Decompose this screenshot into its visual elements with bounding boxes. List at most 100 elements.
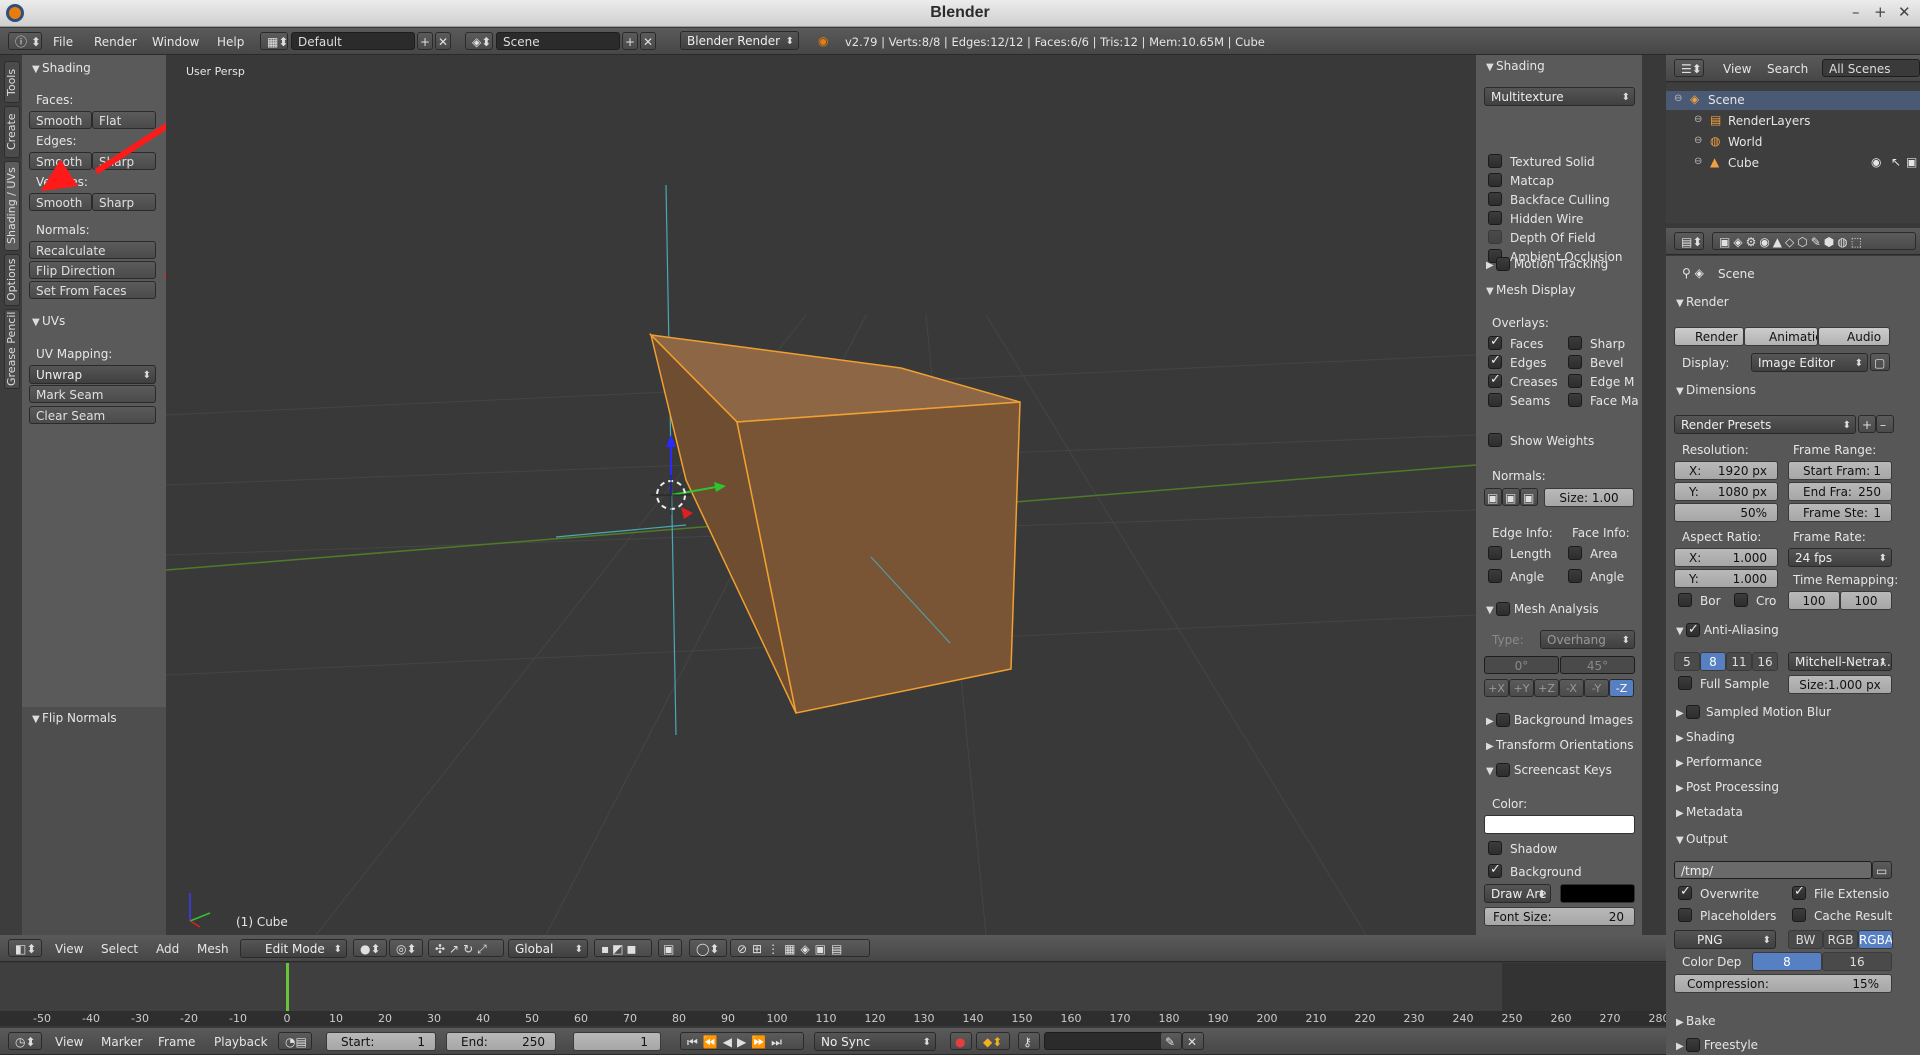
screencast-color-swatch[interactable]	[1484, 815, 1635, 834]
playback-controls[interactable]: ⏮⏪◀▶⏩⏭	[680, 1032, 804, 1050]
aa-sample-button[interactable]: 8	[1700, 652, 1726, 671]
show-weights-checkbox[interactable]	[1488, 433, 1502, 447]
transform-orientation-select[interactable]: Global	[508, 939, 588, 958]
manipulator-icons[interactable]: ✣↗↻⤢	[428, 939, 504, 957]
active-keying-set-field[interactable]	[1044, 1032, 1164, 1050]
freestyle-panel-header[interactable]: ▶ Freestyle	[1676, 1036, 1758, 1054]
full-sample-checkbox[interactable]	[1678, 676, 1692, 690]
tab-create[interactable]: Create	[4, 106, 20, 158]
color-rgba-button[interactable]: RGBA	[1858, 930, 1893, 949]
overlay-checkbox[interactable]	[1568, 336, 1582, 350]
transform-orientations-header[interactable]: ▶ Transform Orientations	[1486, 736, 1634, 754]
compression-field[interactable]: Compression: 15%	[1674, 974, 1892, 993]
expand-toggle-icon[interactable]: ⊖	[1674, 93, 1682, 104]
preview-range-icons[interactable]: ◔▤	[278, 1032, 312, 1050]
anti-aliasing-checkbox[interactable]	[1686, 621, 1700, 639]
keying-icon[interactable]: ◆⬍	[976, 1032, 1010, 1050]
bake-panel-header[interactable]: ▶ Bake	[1676, 1012, 1716, 1030]
tab-tools[interactable]: Tools	[4, 61, 20, 103]
proportional-edit-icon[interactable]: ◯⬍	[689, 939, 727, 957]
normals-size-field[interactable]: Size: 1.00	[1544, 488, 1634, 507]
shading-option-checkbox[interactable]	[1488, 211, 1502, 225]
tab-grease-pencil[interactable]: Grease Pencil	[4, 309, 20, 389]
collapsed-panel-header[interactable]: ▶ Post Processing	[1676, 778, 1779, 796]
screencast-keys-header[interactable]: ▼ Screencast Keys	[1486, 761, 1612, 779]
viewport-shading-header[interactable]: ▼ Shading	[1486, 57, 1545, 75]
crop-checkbox[interactable]	[1734, 593, 1748, 607]
properties-editor-icon[interactable]: ▤⬍	[1674, 232, 1704, 250]
resolution-x-field[interactable]: X: 1920 px	[1674, 461, 1778, 480]
shading-option-checkbox[interactable]	[1488, 192, 1502, 206]
add-layout-icon[interactable]: +	[417, 32, 433, 50]
motion-tracking-checkbox[interactable]	[1496, 256, 1510, 271]
collapsed-panel-header[interactable]: ▶ Performance	[1676, 753, 1762, 771]
screencast-keys-checkbox[interactable]	[1496, 762, 1510, 777]
flip-direction-button[interactable]: Flip Direction	[29, 261, 156, 279]
aspect-x-field[interactable]: X: 1.000	[1674, 548, 1778, 567]
timeline-menu-frame[interactable]: Frame	[158, 1035, 195, 1049]
expand-toggle-icon[interactable]: ⊖	[1694, 114, 1702, 125]
snap-and-misc-icons[interactable]: ⊘⊞⋮▦◈▣▤	[730, 939, 870, 957]
tab-options[interactable]: Options	[4, 254, 20, 306]
shading-option-checkbox[interactable]	[1488, 173, 1502, 187]
viewport-shading-icon[interactable]: ●⬍	[353, 939, 387, 957]
aa-sample-button[interactable]: 16	[1752, 652, 1778, 671]
overwrite-checkbox[interactable]	[1678, 884, 1692, 900]
background-checkbox[interactable]	[1488, 862, 1502, 878]
overlay-checkbox[interactable]	[1488, 372, 1502, 388]
overlay-checkbox[interactable]	[1568, 355, 1582, 369]
layout-icon[interactable]: ▦⬍	[260, 32, 288, 50]
expand-toggle-icon[interactable]: ⊖	[1694, 156, 1702, 167]
end-frame-field[interactable]: End Fra: 250	[1788, 482, 1892, 501]
menu-file[interactable]: File	[53, 35, 73, 49]
add-preset-icon[interactable]: +	[1858, 415, 1876, 433]
background-images-checkbox[interactable]	[1496, 712, 1510, 727]
outliner-row[interactable]: ⊖ ◍ World	[1666, 133, 1920, 152]
motion-tracking-header[interactable]: ▶ Motion Tracking	[1486, 255, 1608, 273]
outliner-display-mode[interactable]: All Scenes	[1822, 59, 1920, 77]
aa-sample-button[interactable]: 5	[1674, 652, 1700, 671]
depth-16-button[interactable]: 16	[1822, 952, 1892, 971]
mesh-analysis-checkbox[interactable]	[1496, 601, 1510, 616]
cache-result-checkbox[interactable]	[1792, 908, 1806, 922]
delete-keyframe-icon[interactable]: ✕	[1182, 1032, 1204, 1050]
overlay-checkbox[interactable]	[1488, 393, 1502, 407]
aa-size-field[interactable]: Size:1.000 px	[1788, 675, 1892, 694]
flip-normals-operator-header[interactable]: ▼ Flip Normals	[32, 709, 117, 727]
render-button[interactable]: Render	[1674, 327, 1744, 346]
gizmo-z-tip[interactable]	[666, 435, 676, 447]
background-color-swatch[interactable]	[1560, 884, 1635, 903]
minimize-icon[interactable]: –	[1852, 3, 1860, 21]
folder-icon[interactable]: ▭	[1872, 861, 1892, 879]
remove-layout-icon[interactable]: ✕	[435, 32, 451, 50]
aspect-y-field[interactable]: Y: 1.000	[1674, 569, 1778, 588]
current-frame-field[interactable]: 1	[573, 1032, 661, 1051]
animation-button[interactable]: Animation	[1744, 327, 1818, 346]
pivot-point-icon[interactable]: ◎⬍	[389, 939, 423, 957]
output-path-field[interactable]: /tmp/	[1674, 861, 1872, 879]
outliner-row[interactable]: ⊖ ▲ Cube ◉ ↖ ▣	[1666, 154, 1920, 173]
render-panel-header[interactable]: ▼ Render	[1676, 293, 1729, 311]
scene-icon[interactable]: ◈⬍	[465, 32, 493, 50]
display-select[interactable]: Image Editor	[1751, 353, 1868, 372]
limit-selection-icon[interactable]: ▣	[658, 939, 682, 957]
collapsed-panel-header[interactable]: ▶ Sampled Motion Blur	[1676, 703, 1831, 721]
mesh-analysis-header[interactable]: ▼ Mesh Analysis	[1486, 600, 1599, 618]
background-images-header[interactable]: ▶ Background Images	[1486, 711, 1633, 729]
timeline-end-field[interactable]: End: 250	[446, 1032, 556, 1051]
dimensions-panel-header[interactable]: ▼ Dimensions	[1676, 381, 1756, 399]
mesh-display-header[interactable]: ▼ Mesh Display	[1486, 281, 1576, 299]
time-old-field[interactable]: 100	[1788, 591, 1840, 610]
3d-viewport[interactable]: User Persp (1) Cube	[166, 55, 1476, 935]
selectability-icon[interactable]: ↖	[1891, 155, 1901, 169]
recalculate-button[interactable]: Recalculate	[29, 241, 156, 259]
analysis-min-angle[interactable]: 0°	[1484, 656, 1559, 674]
unwrap-select[interactable]: Unwrap	[29, 365, 156, 384]
scene-name-field[interactable]: Scene	[496, 32, 620, 50]
aa-sample-button[interactable]: 11	[1726, 652, 1752, 671]
axis-button[interactable]: +Y	[1509, 679, 1534, 697]
start-frame-field[interactable]: Start Fram: 1	[1788, 461, 1892, 480]
freestyle-checkbox[interactable]	[1686, 1037, 1700, 1052]
file-format-select[interactable]: PNG	[1674, 930, 1776, 949]
axis-button[interactable]: -X	[1559, 679, 1584, 697]
